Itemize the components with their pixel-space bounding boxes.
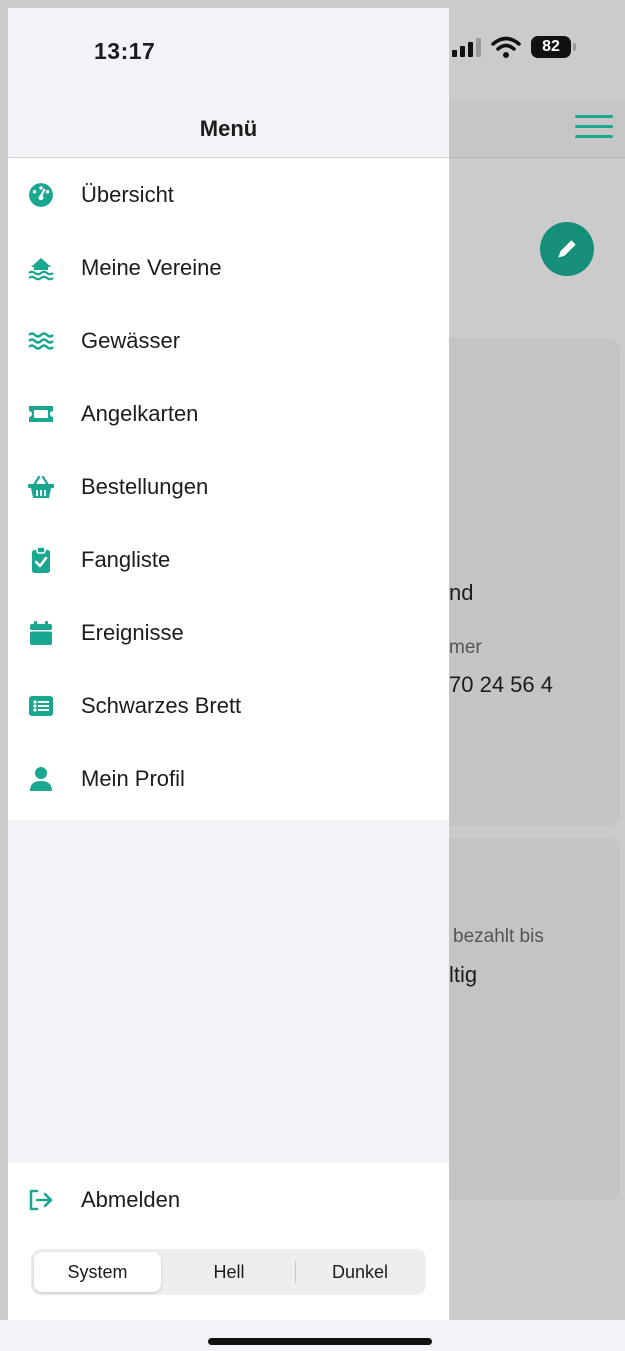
background-text: nd bbox=[449, 580, 474, 605]
navigation-drawer: 13:17 Menü Übersicht Meine Vereine Gewäs… bbox=[8, 8, 449, 1320]
status-time: 13:17 bbox=[94, 38, 156, 64]
theme-segmented-control: System Hell Dunkel bbox=[31, 1249, 426, 1295]
menu-item-mein-profil[interactable]: Mein Profil bbox=[8, 742, 449, 815]
theme-option-dunkel[interactable]: Dunkel bbox=[297, 1252, 423, 1292]
shopping-basket-icon bbox=[26, 472, 56, 502]
ticket-icon bbox=[26, 399, 56, 429]
status-icons: 82 bbox=[452, 36, 576, 58]
home-indicator[interactable] bbox=[208, 1338, 432, 1345]
menu-item-label: Übersicht bbox=[81, 181, 174, 207]
pencil-icon bbox=[558, 240, 576, 258]
dashboard-gauge-icon bbox=[26, 180, 56, 210]
menu-item-gewaesser[interactable]: Gewässer bbox=[8, 304, 449, 377]
menu-item-bestellungen[interactable]: Bestellungen bbox=[8, 450, 449, 523]
menu-item-label: Fangliste bbox=[81, 546, 171, 572]
logout-arrow-icon bbox=[26, 1185, 56, 1215]
drawer-footer: Abmelden System Hell Dunkel bbox=[8, 1163, 449, 1320]
water-waves-icon bbox=[26, 326, 56, 356]
list-board-icon bbox=[26, 691, 56, 721]
segment-divider bbox=[295, 1261, 296, 1283]
menu-item-ereignisse[interactable]: Ereignisse bbox=[8, 596, 449, 669]
background-label: bezahlt bis bbox=[453, 926, 544, 947]
menu-item-label: Gewässer bbox=[81, 327, 181, 353]
menu-list: Übersicht Meine Vereine Gewässer Angelka… bbox=[8, 158, 449, 820]
background-text: ltig bbox=[449, 962, 478, 987]
drawer-title: Menü bbox=[199, 115, 258, 141]
calendar-icon bbox=[26, 618, 56, 648]
user-icon bbox=[26, 764, 56, 794]
clubhouse-water-icon bbox=[26, 253, 56, 283]
menu-item-schwarzes-brett[interactable]: Schwarzes Brett bbox=[8, 669, 449, 742]
menu-item-uebersicht[interactable]: Übersicht bbox=[8, 158, 449, 231]
menu-item-label: Ereignisse bbox=[81, 619, 184, 645]
edit-button[interactable] bbox=[540, 222, 594, 276]
hamburger-menu-icon[interactable] bbox=[575, 115, 613, 139]
theme-option-system[interactable]: System bbox=[34, 1252, 161, 1292]
bottom-bar bbox=[0, 1320, 625, 1351]
logout-label: Abmelden bbox=[81, 1186, 181, 1212]
drawer-status-bar: 13:17 bbox=[8, 8, 449, 100]
clipboard-check-icon bbox=[26, 545, 56, 575]
drawer-header: Menü bbox=[8, 100, 449, 158]
menu-item-angelkarten[interactable]: Angelkarten bbox=[8, 377, 449, 450]
background-number: 70 24 56 4 bbox=[449, 672, 553, 697]
logout-button[interactable]: Abmelden bbox=[8, 1163, 449, 1236]
background-card-payment bbox=[440, 838, 620, 1200]
menu-item-label: Mein Profil bbox=[81, 765, 185, 791]
menu-item-fangliste[interactable]: Fangliste bbox=[8, 523, 449, 596]
menu-item-label: Angelkarten bbox=[81, 400, 199, 426]
menu-item-meine-vereine[interactable]: Meine Vereine bbox=[8, 231, 449, 304]
wifi-icon bbox=[491, 36, 521, 58]
menu-item-label: Schwarzes Brett bbox=[81, 692, 242, 718]
background-label: mer bbox=[449, 637, 482, 658]
menu-item-label: Meine Vereine bbox=[81, 254, 222, 280]
menu-item-label: Bestellungen bbox=[81, 473, 209, 499]
signal-icon bbox=[452, 37, 481, 57]
battery-icon: 82 bbox=[531, 36, 576, 58]
theme-option-hell[interactable]: Hell bbox=[164, 1252, 294, 1292]
